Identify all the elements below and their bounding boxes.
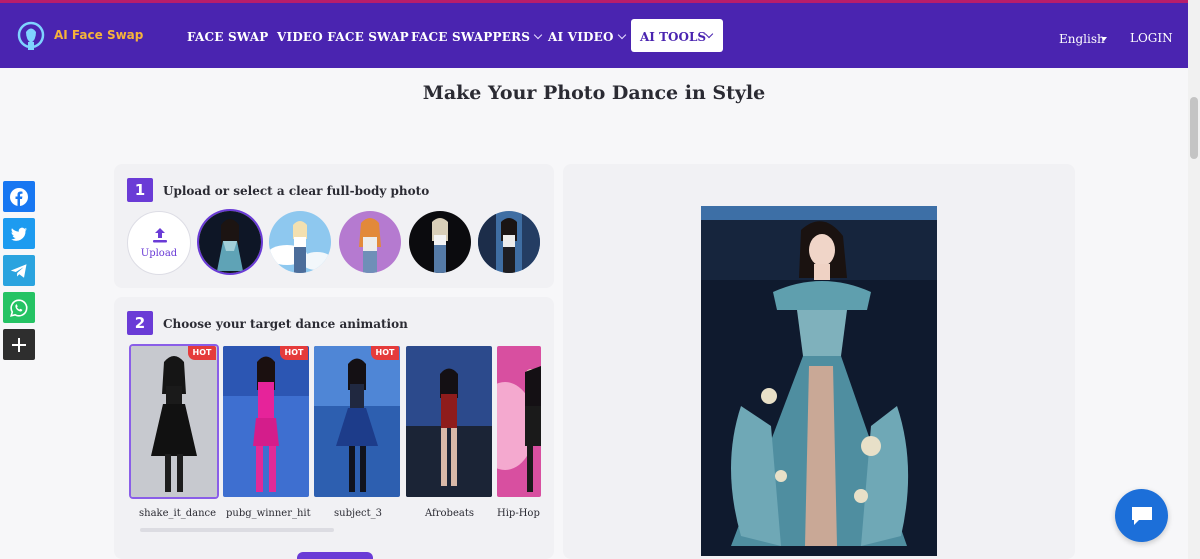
scrollbar-thumb[interactable] — [1190, 97, 1198, 159]
login-link[interactable]: LOGIN — [1130, 31, 1173, 45]
preview-image — [701, 206, 937, 556]
language-selector[interactable]: English — [1059, 32, 1105, 46]
telegram-icon — [11, 264, 27, 278]
dance-option-pubg-winner-hit[interactable] — [223, 346, 309, 497]
nav-ai-video[interactable]: AI VIDEO — [548, 30, 626, 44]
nav-face-swap[interactable]: FACE SWAP — [187, 30, 269, 44]
sample-photo-image — [269, 211, 331, 273]
upload-icon — [153, 228, 167, 243]
sample-photo-image — [409, 211, 471, 273]
sample-photo-1[interactable] — [199, 211, 261, 273]
sample-photo-image — [339, 211, 401, 273]
sample-photo-4[interactable] — [409, 211, 471, 273]
sample-photo-5[interactable] — [478, 211, 540, 273]
dance-option-afrobeats[interactable] — [406, 346, 492, 497]
step1-instruction: Upload or select a clear full-body photo — [163, 184, 430, 198]
nav-face-swappers[interactable]: FACE SWAPPERS — [411, 30, 543, 44]
nav-video-face-swap[interactable]: VIDEO FACE SWAP — [277, 30, 409, 44]
dance-label: subject_3 — [334, 508, 382, 519]
facebook-icon — [10, 188, 28, 206]
dance-list-scrollbar[interactable] — [140, 528, 334, 532]
share-telegram-button[interactable] — [3, 255, 35, 286]
dance-thumbnail — [497, 346, 541, 497]
page-scrollbar[interactable] — [1188, 0, 1200, 559]
share-twitter-button[interactable] — [3, 218, 35, 249]
step1-number: 1 — [127, 178, 153, 202]
page-title: Make Your Photo Dance in Style — [422, 82, 766, 104]
hot-badge: HOT — [371, 346, 399, 360]
dance-thumbnail — [406, 346, 492, 497]
logo-text[interactable]: AI Face Swap — [54, 28, 143, 42]
dance-label: Afrobeats — [425, 508, 474, 519]
chevron-down-icon — [617, 30, 626, 40]
chat-bubble-icon — [1132, 507, 1152, 525]
sample-photo-2[interactable] — [269, 211, 331, 273]
step2-number: 2 — [127, 311, 153, 335]
plus-icon — [12, 338, 26, 352]
hot-badge: HOT — [280, 346, 308, 360]
dance-thumbnail — [131, 346, 217, 497]
twitter-icon — [11, 227, 27, 241]
nav-ai-video-label: AI VIDEO — [548, 30, 614, 44]
share-whatsapp-button[interactable] — [3, 292, 35, 323]
chat-button[interactable] — [1115, 489, 1168, 542]
whatsapp-icon — [10, 299, 28, 317]
top-navbar: AI Face Swap FACE SWAP VIDEO FACE SWAP F… — [0, 3, 1188, 68]
dance-thumbnail — [223, 346, 309, 497]
nav-ai-tools[interactable]: AI TOOLS — [631, 19, 723, 52]
nav-face-swappers-label: FACE SWAPPERS — [411, 30, 531, 44]
dance-label: shake_it_dance — [139, 508, 217, 519]
share-facebook-button[interactable] — [3, 181, 35, 212]
dance-label: Hip-Hop — [497, 508, 540, 519]
chevron-down-icon — [533, 30, 543, 40]
sample-photo-image — [199, 211, 261, 273]
dance-option-hip-hop[interactable] — [497, 346, 541, 497]
dance-thumbnail — [314, 346, 400, 497]
hot-badge: HOT — [188, 346, 216, 360]
preview-photo — [701, 206, 937, 556]
dance-option-shake-it-dance[interactable] — [131, 346, 217, 497]
share-more-button[interactable] — [3, 329, 35, 360]
step2-instruction: Choose your target dance animation — [163, 317, 408, 331]
dance-label: pubg_winner_hit — [226, 508, 311, 519]
upload-label: Upload — [140, 248, 178, 259]
upload-button[interactable]: Upload — [127, 211, 191, 275]
sample-photo-image — [478, 211, 540, 273]
nav-ai-tools-label: AI TOOLS — [640, 30, 707, 44]
sample-photo-3[interactable] — [339, 211, 401, 273]
caret-down-icon — [1101, 37, 1107, 41]
generate-button[interactable] — [297, 552, 373, 559]
logo-icon[interactable] — [16, 20, 46, 52]
dance-option-subject-3[interactable] — [314, 346, 400, 497]
